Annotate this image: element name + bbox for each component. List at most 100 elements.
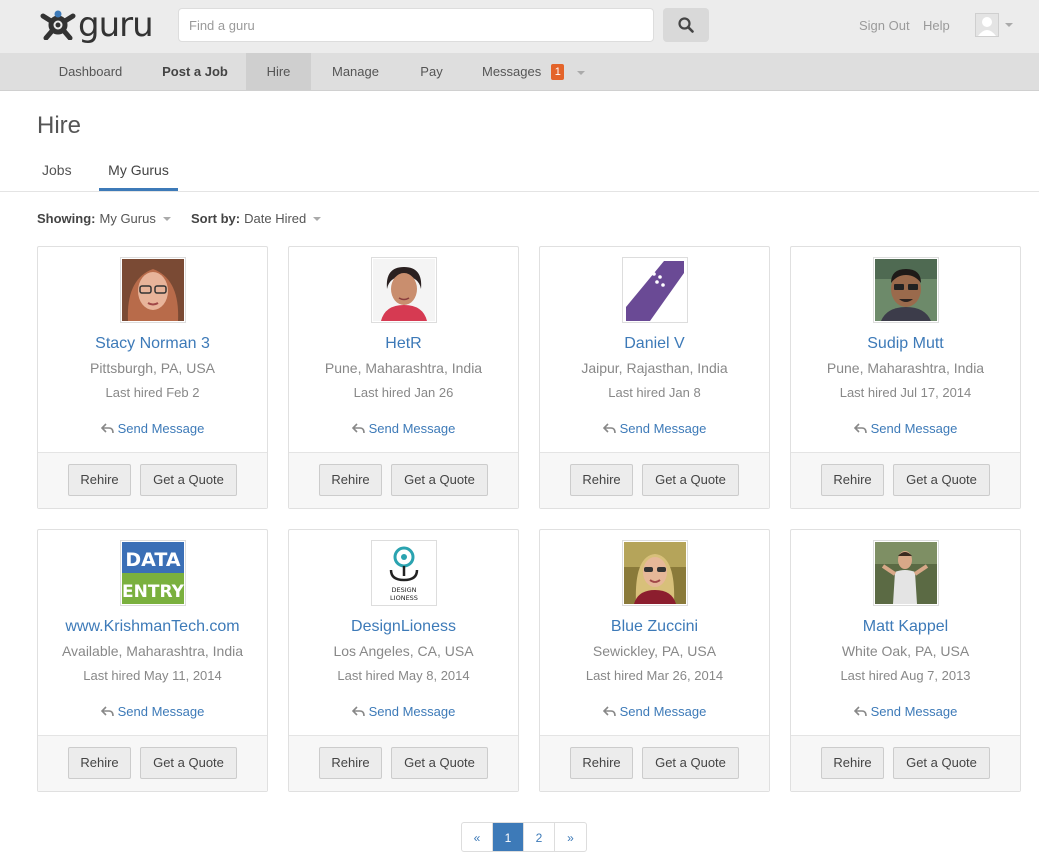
main-nav: Dashboard Post a Job Hire Manage Pay Mes… bbox=[0, 53, 1039, 91]
sign-out-link[interactable]: Sign Out bbox=[859, 18, 910, 33]
send-message-link[interactable]: Send Message bbox=[38, 704, 267, 719]
send-message-link[interactable]: Send Message bbox=[791, 704, 1020, 719]
guru-card: Stacy Norman 3 Pittsburgh, PA, USA Last … bbox=[37, 246, 268, 509]
logo-photo bbox=[624, 259, 686, 321]
get-quote-button[interactable]: Get a Quote bbox=[893, 747, 990, 779]
pagination-prev[interactable]: « bbox=[462, 823, 493, 851]
send-message-link[interactable]: Send Message bbox=[38, 421, 267, 436]
get-quote-button[interactable]: Get a Quote bbox=[391, 464, 488, 496]
avatar bbox=[975, 13, 999, 37]
guru-name[interactable]: Blue Zuccini bbox=[540, 618, 769, 636]
rehire-button[interactable]: Rehire bbox=[68, 464, 131, 496]
nav-post-job[interactable]: Post a Job bbox=[144, 53, 246, 90]
profile-photo bbox=[875, 542, 937, 604]
showing-filter[interactable]: Showing: My Gurus bbox=[37, 211, 171, 226]
nav-dashboard[interactable]: Dashboard bbox=[37, 53, 144, 90]
get-quote-button[interactable]: Get a Quote bbox=[140, 747, 237, 779]
guru-name[interactable]: www.KrishmanTech.com bbox=[38, 618, 267, 636]
rehire-button[interactable]: Rehire bbox=[319, 747, 382, 779]
send-message-link[interactable]: Send Message bbox=[791, 421, 1020, 436]
guru-card: Matt Kappel White Oak, PA, USA Last hire… bbox=[790, 529, 1021, 792]
logo-text-data: DATA bbox=[125, 549, 180, 571]
rehire-button[interactable]: Rehire bbox=[319, 464, 382, 496]
get-quote-button[interactable]: Get a Quote bbox=[642, 464, 739, 496]
chevron-down-icon bbox=[162, 216, 171, 221]
nav-messages[interactable]: Messages 1 bbox=[470, 53, 570, 90]
reply-icon bbox=[602, 423, 616, 434]
top-bar: guru Sign Out Help bbox=[0, 0, 1039, 53]
get-quote-button[interactable]: Get a Quote bbox=[642, 747, 739, 779]
guru-location: Los Angeles, CA, USA bbox=[333, 643, 474, 659]
send-message-label: Send Message bbox=[368, 421, 456, 436]
guru-logo[interactable]: guru bbox=[40, 8, 154, 42]
last-hired: Last hired Feb 2 bbox=[105, 385, 200, 400]
guru-avatar[interactable] bbox=[371, 257, 437, 323]
guru-location: Sewickley, PA, USA bbox=[592, 643, 717, 659]
guru-avatar[interactable] bbox=[622, 540, 688, 606]
pagination-next[interactable]: » bbox=[555, 823, 586, 851]
search-input[interactable] bbox=[178, 8, 654, 42]
guru-name[interactable]: Daniel V bbox=[540, 335, 769, 353]
guru-avatar[interactable] bbox=[622, 257, 688, 323]
showing-value: My Gurus bbox=[99, 211, 156, 226]
card-actions: Rehire Get a Quote bbox=[540, 735, 769, 791]
guru-name[interactable]: Stacy Norman 3 bbox=[38, 335, 267, 353]
guru-card: DESIGN LIONESS DesignLioness Los Angeles… bbox=[288, 529, 519, 792]
page-title: Hire bbox=[37, 112, 82, 139]
rehire-button[interactable]: Rehire bbox=[570, 464, 633, 496]
pagination-page-1[interactable]: 1 bbox=[493, 823, 524, 851]
send-message-label: Send Message bbox=[619, 421, 707, 436]
nav-manage[interactable]: Manage bbox=[311, 53, 400, 90]
nav-pay[interactable]: Pay bbox=[400, 53, 463, 90]
logo-text-design: DESIGN bbox=[391, 586, 416, 594]
send-message-link[interactable]: Send Message bbox=[289, 421, 518, 436]
search-icon bbox=[678, 17, 694, 33]
guru-avatar[interactable]: DESIGN LIONESS bbox=[371, 540, 437, 606]
get-quote-button[interactable]: Get a Quote bbox=[893, 464, 990, 496]
guru-avatar[interactable] bbox=[873, 540, 939, 606]
data-entry-logo: DATA ENTRY bbox=[122, 542, 184, 604]
pagination: « 1 2 » bbox=[461, 822, 587, 852]
send-message-link[interactable]: Send Message bbox=[289, 704, 518, 719]
guru-card: HetR Pune, Maharashtra, India Last hired… bbox=[288, 246, 519, 509]
card-actions: Rehire Get a Quote bbox=[540, 452, 769, 508]
search-button[interactable] bbox=[663, 8, 709, 42]
guru-location: Available, Maharashtra, India bbox=[61, 643, 244, 659]
guru-location: Pune, Maharashtra, India bbox=[826, 360, 985, 376]
pagination-page-2[interactable]: 2 bbox=[524, 823, 555, 851]
send-message-link[interactable]: Send Message bbox=[540, 421, 769, 436]
send-message-link[interactable]: Send Message bbox=[540, 704, 769, 719]
card-actions: Rehire Get a Quote bbox=[289, 452, 518, 508]
card-actions: Rehire Get a Quote bbox=[791, 452, 1020, 508]
send-message-label: Send Message bbox=[870, 421, 958, 436]
guru-avatar[interactable]: DATA ENTRY bbox=[120, 540, 186, 606]
nav-messages-label: Messages bbox=[482, 64, 542, 79]
messages-chevron-down-icon[interactable] bbox=[577, 71, 585, 75]
get-quote-button[interactable]: Get a Quote bbox=[140, 464, 237, 496]
get-quote-button[interactable]: Get a Quote bbox=[391, 747, 488, 779]
guru-card: Daniel V Jaipur, Rajasthan, India Last h… bbox=[539, 246, 770, 509]
logo-text-entry: ENTRY bbox=[122, 582, 184, 602]
guru-location: White Oak, PA, USA bbox=[841, 643, 970, 659]
tab-jobs[interactable]: Jobs bbox=[42, 162, 72, 191]
guru-avatar[interactable] bbox=[120, 257, 186, 323]
last-hired: Last hired Aug 7, 2013 bbox=[840, 668, 971, 683]
messages-count-badge: 1 bbox=[551, 64, 565, 80]
rehire-button[interactable]: Rehire bbox=[68, 747, 131, 779]
guru-name[interactable]: HetR bbox=[289, 335, 518, 353]
rehire-button[interactable]: Rehire bbox=[570, 747, 633, 779]
last-hired: Last hired May 11, 2014 bbox=[83, 668, 222, 683]
user-menu[interactable] bbox=[975, 13, 1013, 37]
guru-name[interactable]: Sudip Mutt bbox=[791, 335, 1020, 353]
reply-icon bbox=[100, 706, 114, 717]
tab-my-gurus[interactable]: My Gurus bbox=[99, 162, 178, 191]
guru-name[interactable]: DesignLioness bbox=[289, 618, 518, 636]
nav-hire[interactable]: Hire bbox=[246, 53, 311, 90]
help-link[interactable]: Help bbox=[923, 18, 950, 33]
guru-avatar[interactable] bbox=[873, 257, 939, 323]
rehire-button[interactable]: Rehire bbox=[821, 464, 884, 496]
rehire-button[interactable]: Rehire bbox=[821, 747, 884, 779]
sort-filter[interactable]: Sort by: Date Hired bbox=[191, 211, 322, 226]
profile-photo bbox=[624, 542, 686, 604]
guru-name[interactable]: Matt Kappel bbox=[791, 618, 1020, 636]
